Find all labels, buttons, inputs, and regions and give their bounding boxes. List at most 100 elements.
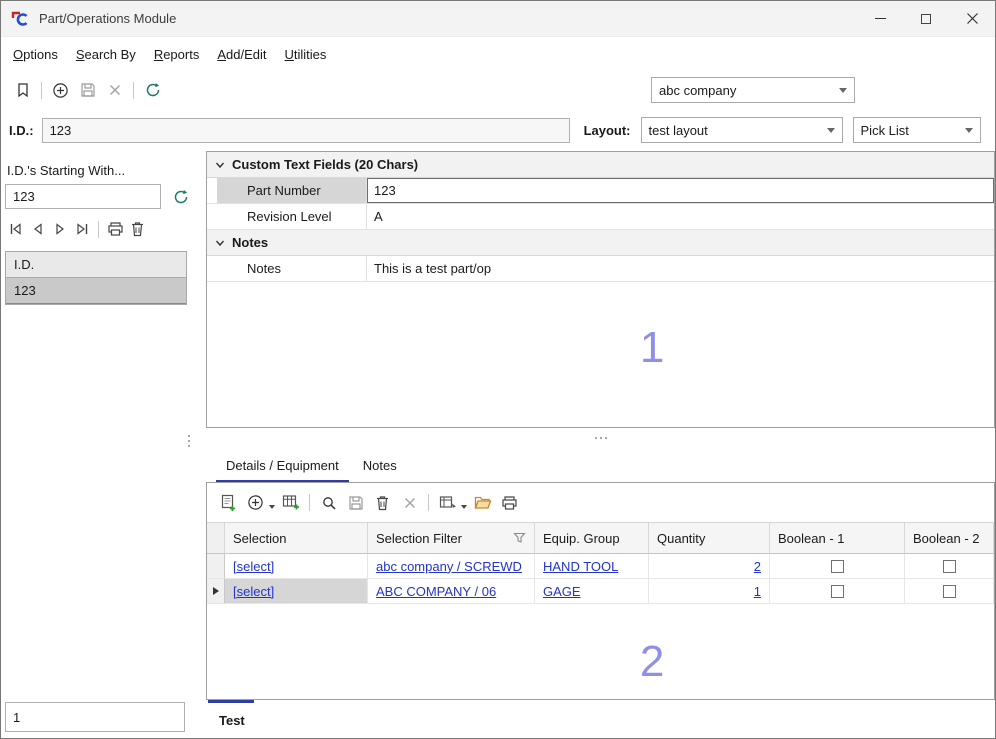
grid-open-button[interactable] [469,489,496,516]
nav-last-button[interactable] [71,218,93,240]
grid-save-button[interactable] [342,489,369,516]
minimize-button[interactable] [857,1,903,36]
menu-item-search-by[interactable]: Search By [67,42,145,67]
filter-icon[interactable] [513,532,526,544]
menu-item-utilities[interactable]: Utilities [276,42,336,67]
nav-prev-button[interactable] [27,218,49,240]
nav-first-button[interactable] [5,218,27,240]
horizontal-splitter-handle[interactable] [206,428,995,448]
window-title: Part/Operations Module [39,11,176,26]
tab-notes[interactable]: Notes [353,452,407,482]
panel-2-watermark: 2 [640,637,664,687]
grid-cell-selection-filter: abc company / SCREWD [368,554,535,579]
sidebar-delete-button[interactable] [126,218,148,240]
delete-button[interactable] [101,77,128,104]
selection-filter-link[interactable]: abc company / SCREWD [376,559,522,574]
grid-add-button[interactable] [242,489,269,516]
column-header-boolean-2[interactable]: Boolean - 2 [905,523,994,554]
nav-next-button[interactable] [49,218,71,240]
grid-delete-button[interactable] [369,489,396,516]
grid-search-button[interactable] [315,489,342,516]
main-panel: Custom Text Fields (20 Chars) Part Numbe… [200,151,995,738]
row-indicator [207,178,217,203]
column-header-selection[interactable]: Selection [225,523,368,554]
last-record-icon [74,221,90,237]
id-list-row-selected[interactable]: 123 [6,278,186,304]
sidebar-print-button[interactable] [104,218,126,240]
toolbar-separator [428,494,429,511]
quantity-link[interactable]: 1 [754,584,761,599]
company-select[interactable]: abc company [651,77,855,103]
column-header-quantity[interactable]: Quantity [649,523,770,554]
grid-print-button[interactable] [496,489,523,516]
vertical-splitter-handle[interactable] [188,435,190,447]
new-dated-record-button[interactable] [215,489,242,516]
search-icon [321,495,337,511]
filter-refresh-button[interactable] [167,183,194,210]
boolean-2-checkbox[interactable] [943,585,956,598]
grid-cell-boolean-2 [905,554,994,579]
refresh-icon [173,189,189,205]
row-selector[interactable] [207,554,225,579]
equip-group-link[interactable]: HAND TOOL [543,559,618,574]
dropdown-caret-icon[interactable] [269,505,275,509]
starting-with-label: I.D.'s Starting With... [7,163,194,178]
menu-item-reports[interactable]: Reports [145,42,209,67]
open-folder-icon [474,495,492,510]
maximize-button[interactable] [903,1,949,36]
detail-tabs: Details / Equipment Notes [206,448,995,482]
grid-cell-selection: [select] [225,554,368,579]
toolbar-separator [133,82,134,99]
footer-tab-test[interactable]: Test [206,700,995,728]
selection-filter-link[interactable]: ABC COMPANY / 06 [376,584,496,599]
id-row: I.D.: Layout: test layout Pick List [1,109,995,151]
select-link[interactable]: [select] [233,584,274,599]
bookmark-button[interactable] [9,77,36,104]
row-selector-current[interactable] [207,579,225,604]
save-icon [80,82,96,98]
close-button[interactable] [949,1,995,36]
company-select-value: abc company [659,83,736,98]
property-label-notes[interactable]: Notes [217,256,367,281]
refresh-button[interactable] [139,77,166,104]
section-header-custom-text-fields[interactable]: Custom Text Fields (20 Chars) [207,152,994,178]
id-filter-input[interactable] [5,184,161,209]
menu-item-add-edit[interactable]: Add/Edit [208,42,275,67]
trash-icon [130,221,145,237]
select-link[interactable]: [select] [233,559,274,574]
property-label-revision-level[interactable]: Revision Level [217,204,367,229]
layout-select[interactable]: test layout [641,117,843,143]
grid-options-button[interactable] [434,489,461,516]
property-value-notes[interactable]: This is a test part/op [367,256,994,281]
property-grid: Custom Text Fields (20 Chars) Part Numbe… [206,151,995,428]
chevron-down-icon [839,88,847,93]
record-count-input[interactable] [5,702,185,732]
column-header-boolean-1[interactable]: Boolean - 1 [770,523,905,554]
boolean-1-checkbox[interactable] [831,585,844,598]
quantity-link[interactable]: 2 [754,559,761,574]
equip-group-link[interactable]: GAGE [543,584,581,599]
column-header-selection-filter[interactable]: Selection Filter [368,523,535,554]
boolean-2-checkbox[interactable] [943,560,956,573]
property-value-part-number[interactable]: 123 [367,178,994,203]
property-value-revision-level[interactable]: A [367,204,994,229]
bookmark-icon [15,82,31,98]
toolbar-separator [98,221,99,238]
grid-cell-quantity: 2 [649,554,770,579]
picklist-select[interactable]: Pick List [853,117,981,143]
boolean-1-checkbox[interactable] [831,560,844,573]
dropdown-caret-icon[interactable] [461,505,467,509]
column-header-equip-group[interactable]: Equip. Group [535,523,649,554]
id-list-header[interactable]: I.D. [6,252,186,278]
id-input[interactable] [42,118,570,143]
footer-tab-strip: Test [206,700,995,738]
id-label: I.D.: [9,123,34,138]
tab-details-equipment[interactable]: Details / Equipment [216,452,349,482]
save-button[interactable] [74,77,101,104]
property-label-part-number[interactable]: Part Number [217,178,367,203]
add-from-list-button[interactable] [277,489,304,516]
add-record-button[interactable] [47,77,74,104]
menu-item-options[interactable]: Options [4,42,67,67]
section-header-notes[interactable]: Notes [207,230,994,256]
grid-cancel-button[interactable] [396,489,423,516]
